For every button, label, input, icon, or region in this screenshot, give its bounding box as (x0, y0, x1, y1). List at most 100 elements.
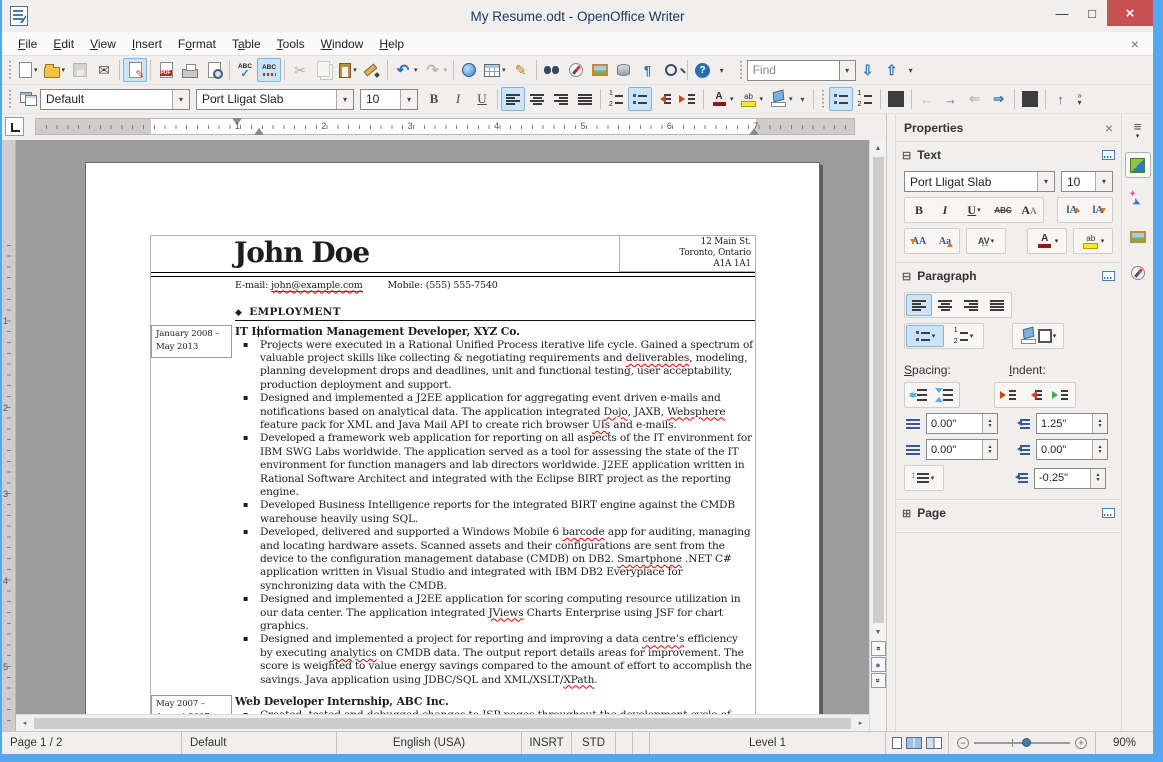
after-text-indent-spinner[interactable]: 0.00" ▲ ▼ (1036, 439, 1108, 460)
status-page-style[interactable]: Default (182, 732, 337, 754)
status-page-number[interactable]: Page 1 / 2 (2, 732, 182, 754)
numbering-button[interactable] (853, 87, 877, 111)
toolbar-options-icon[interactable]: ▾ (715, 58, 729, 82)
toolbar-grip[interactable] (737, 61, 744, 79)
paste-button[interactable]: ▾ (336, 58, 360, 82)
bullets-button[interactable] (628, 87, 652, 111)
line-spacing-button[interactable]: ▾ (906, 467, 942, 489)
sidebar-font-size-combobox[interactable]: 10 ▾ (1061, 171, 1113, 192)
below-spacing-spinner[interactable]: 0.00" ▲ ▼ (926, 439, 998, 460)
sidebar-font-name-combobox[interactable]: Port Lligat Slab ▾ (904, 171, 1055, 192)
data-sources-button[interactable] (612, 58, 636, 82)
bold-button[interactable]: B (422, 87, 446, 111)
scroll-down-icon[interactable]: ▼ (870, 624, 887, 640)
toolbar-grip[interactable] (7, 90, 13, 108)
menu-file[interactable]: File (10, 37, 45, 51)
tab-stop-selector-button[interactable] (5, 117, 24, 136)
unnumbered-entry-button[interactable] (884, 87, 908, 111)
zoom-out-icon[interactable]: − (957, 737, 969, 749)
above-spacing-spinner[interactable]: 0.00" ▲ ▼ (926, 413, 998, 434)
vertical-scrollbar[interactable]: ▲ ▼ » ● » (869, 140, 886, 731)
decrease-font-size-button[interactable]: lA (1085, 199, 1111, 221)
spinner-arrows[interactable]: ▲ ▼ (982, 440, 997, 459)
menu-edit[interactable]: Edit (45, 37, 82, 51)
navigator-button[interactable] (564, 58, 588, 82)
edit-file-button[interactable] (123, 58, 148, 82)
print-file-button[interactable] (178, 58, 202, 82)
tab-gallery[interactable] (1125, 224, 1151, 250)
menu-table[interactable]: Table (224, 37, 269, 51)
sidebar-font-color-button[interactable]: ▾ (1029, 230, 1065, 252)
bullets-button[interactable] (828, 87, 853, 111)
collapse-section-icon[interactable]: ⊟ (902, 270, 911, 283)
horizontal-scrollbar[interactable]: ◂ ▸ (16, 714, 869, 731)
spinner-arrows[interactable]: ▲ ▼ (982, 414, 997, 433)
tab-properties[interactable] (1124, 152, 1151, 178)
align-left-button[interactable] (501, 87, 525, 111)
open-button[interactable]: ▾ (41, 58, 69, 82)
font-size-combobox[interactable]: 10 ▾ (360, 88, 418, 110)
expand-section-icon[interactable]: ⊞ (902, 507, 911, 520)
status-selection-mode[interactable]: STD (572, 732, 616, 754)
font-color-button[interactable]: ▾ (707, 87, 737, 111)
horizontal-scrollbar-thumb[interactable] (34, 717, 851, 729)
previous-page-button[interactable]: » (870, 641, 886, 656)
spinner-arrows[interactable]: ▲ ▼ (1092, 414, 1107, 433)
sidebar-splitter[interactable] (886, 114, 896, 731)
single-page-view-icon[interactable] (892, 737, 902, 749)
email-link[interactable]: john@example.com (271, 279, 363, 292)
gallery-button[interactable] (588, 58, 612, 82)
scroll-up-icon[interactable]: ▲ (870, 140, 887, 156)
sidebar-highlight-button[interactable]: ▾ (1075, 230, 1111, 252)
status-document-modified[interactable] (616, 732, 633, 754)
dialog-launcher-icon[interactable] (1102, 508, 1115, 518)
highlighting-button[interactable]: ▾ (737, 87, 767, 111)
undo-button[interactable]: ↶ ▾ (391, 58, 421, 82)
find-input[interactable] (746, 59, 839, 81)
find-dropdown-icon[interactable]: ▾ (838, 59, 856, 81)
document-page[interactable]: John Doe 12 Main St. Toronto, Ontario A1… (85, 162, 820, 714)
new-document-button[interactable]: ▾ (16, 58, 41, 82)
menu-insert[interactable]: Insert (124, 37, 170, 51)
tab-styles-and-formatting[interactable] (1125, 188, 1151, 214)
align-center-button[interactable] (932, 294, 958, 316)
find-previous-button[interactable]: ⇧ (880, 58, 904, 82)
status-zoom-level[interactable]: 90% (1095, 732, 1153, 754)
italic-button[interactable]: I (446, 87, 470, 111)
sidebar-numbering-button[interactable]: ▾ (944, 325, 982, 347)
toolbar-options-icon[interactable]: ▾ (904, 58, 918, 82)
email-document-button[interactable]: ✉ (92, 58, 116, 82)
increase-indent-button[interactable] (676, 87, 700, 111)
dialog-launcher-icon[interactable] (1102, 150, 1115, 160)
zoom-slider-thumb[interactable] (1022, 738, 1031, 747)
collapse-section-icon[interactable]: ⊟ (902, 149, 911, 162)
multi-page-view-icon[interactable] (906, 737, 922, 749)
switched-indent-button[interactable] (1048, 384, 1074, 406)
auto-spellcheck-button[interactable] (257, 58, 282, 82)
paragraph-style-combobox[interactable]: Default ▾ (40, 88, 190, 110)
format-paintbrush-button[interactable] (360, 58, 384, 82)
restart-numbering-button[interactable] (1018, 87, 1042, 111)
underline-button[interactable]: U ▾ (958, 199, 990, 221)
spinner-arrows[interactable]: ▲ ▼ (1090, 468, 1105, 488)
find-replace-button[interactable] (540, 58, 564, 82)
demote-button[interactable]: → (939, 87, 963, 111)
show-draw-functions-button[interactable]: ✎ (509, 58, 533, 82)
decrease-indent-button[interactable] (652, 87, 676, 111)
background-color-button[interactable]: ▾ (766, 87, 796, 111)
bold-button[interactable]: B (906, 199, 932, 221)
first-line-indent-spinner[interactable]: -0.25" ▲ ▼ (1034, 467, 1106, 489)
maximize-button[interactable]: □ (1077, 0, 1107, 26)
align-left-button[interactable] (906, 294, 932, 316)
move-up-button[interactable]: ↑ (1049, 87, 1073, 111)
styles-formatting-button[interactable] (16, 87, 40, 111)
demote-with-subpoints-button[interactable]: ⇒ (987, 87, 1011, 111)
menu-view[interactable]: View (82, 37, 124, 51)
numbering-button[interactable] (604, 87, 628, 111)
paragraph-background-button[interactable]: ▾ (1014, 325, 1062, 347)
toolbar-grip[interactable] (7, 61, 13, 79)
align-right-button[interactable] (958, 294, 984, 316)
status-outline-level[interactable]: Level 1 (650, 732, 885, 754)
vertical-ruler[interactable]: 1 2 3 4 5 (2, 140, 16, 731)
vertical-scrollbar-thumb[interactable] (872, 157, 884, 623)
